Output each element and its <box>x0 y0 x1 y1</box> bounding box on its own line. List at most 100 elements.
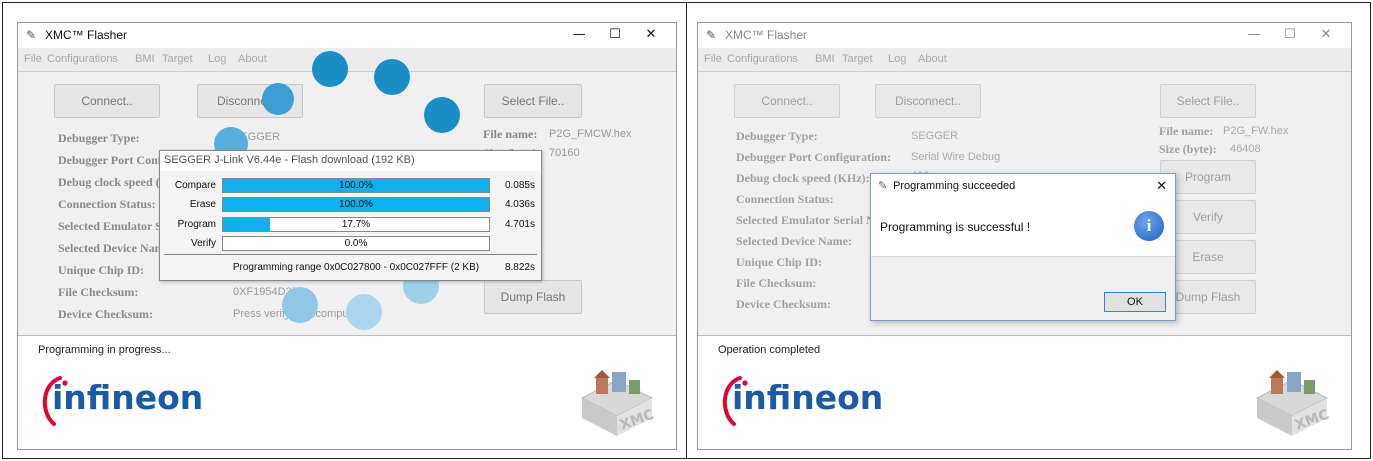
progress-time: 4.036s <box>504 199 535 210</box>
xmc-logo-icon: XMC <box>580 370 656 436</box>
maximize-icon[interactable]: ☐ <box>602 25 628 45</box>
debugger-type-label: Debugger Type: <box>58 131 140 145</box>
selected-emulator-label: Selected Emulator Se <box>58 219 168 233</box>
file-checksum-label: File Checksum: <box>736 276 817 290</box>
panel-divider <box>686 2 687 459</box>
right-title-bar: ✎ XMC™ Flasher — ☐ ✕ <box>698 23 1351 48</box>
minimize-icon[interactable]: — <box>566 25 592 45</box>
menu-about[interactable]: About <box>918 53 947 65</box>
spinner-dot <box>346 294 382 330</box>
dialog-title-bar: ✎ Programming succeeded ✕ <box>871 174 1175 198</box>
progress-row-verify: Verify 0.0% <box>160 236 541 252</box>
close-icon[interactable]: ✕ <box>1156 178 1167 194</box>
progress-name: Compare <box>174 180 216 191</box>
connect-button[interactable]: Connect.. <box>54 84 160 118</box>
device-checksum-label: Device Checksum: <box>736 297 831 311</box>
left-title-bar: ✎ XMC™ Flasher — ☐ ✕ <box>18 23 676 48</box>
progress-row-compare: Compare 100.0% 0.085s <box>160 178 541 194</box>
file-name-value: P2G_FW.hex <box>1223 125 1289 137</box>
debug-clock-label: Debug clock speed (KHz): <box>736 171 870 185</box>
disconnect-button[interactable]: Disconnect.. <box>875 84 981 118</box>
file-size-label: Size (byte): <box>1159 142 1217 156</box>
spinner-dot <box>312 51 348 87</box>
debugger-port-label: Debugger Port Confi <box>58 153 166 167</box>
dialog-title: Programming succeeded <box>893 180 1016 192</box>
connect-button[interactable]: Connect.. <box>734 84 840 118</box>
progress-row-program: Program 17.7% 4.701s <box>160 217 541 233</box>
debugger-type-label: Debugger Type: <box>736 129 818 143</box>
progress-name: Verify <box>190 238 216 249</box>
debugger-type-value: SEGGER <box>911 130 959 142</box>
menu-bmi[interactable]: BMI <box>135 53 155 65</box>
jlink-separator <box>164 254 537 255</box>
progress-name: Program <box>177 219 216 230</box>
progress-percent: 100.0% <box>339 180 373 191</box>
file-checksum-label: File Checksum: <box>58 285 139 299</box>
spinner-dot <box>262 83 294 115</box>
minimize-icon[interactable]: — <box>1241 25 1267 45</box>
right-menu-bar: File Configurations BMI Target Log About <box>698 48 1351 72</box>
status-message: Operation completed <box>718 344 821 356</box>
menu-configurations[interactable]: Configurations <box>47 53 118 65</box>
debugger-port-value: Serial Wire Debug <box>911 151 1001 163</box>
left-status-panel: Programming in progress... infineon XMC <box>18 335 676 449</box>
menu-target[interactable]: Target <box>842 53 873 65</box>
progress-time: 0.085s <box>504 180 535 191</box>
programming-range-text: Programming range 0x0C027800 - 0x0C027FF… <box>232 262 480 273</box>
infineon-wordmark: infineon <box>732 378 884 417</box>
infineon-logo: infineon <box>38 372 203 428</box>
ok-button[interactable]: OK <box>1104 292 1166 312</box>
dialog-message: Programming is successful ! <box>880 220 1031 234</box>
menu-target[interactable]: Target <box>162 53 193 65</box>
close-icon[interactable]: ✕ <box>638 25 664 45</box>
total-time: 8.822s <box>504 262 535 273</box>
file-size-value: 70160 <box>549 147 580 159</box>
connection-status-label: Connection Status: <box>736 192 834 206</box>
jlink-flash-download-dialog: SEGGER J-Link V6.44e - Flash download (1… <box>159 150 542 281</box>
select-file-button[interactable]: Select File.. <box>1160 84 1256 118</box>
select-file-button[interactable]: Select File.. <box>484 84 582 118</box>
window-title: XMC™ Flasher <box>45 28 128 42</box>
menu-about[interactable]: About <box>238 53 267 65</box>
programming-succeeded-dialog: ✎ Programming succeeded ✕ Programming is… <box>870 173 1176 321</box>
app-icon: ✎ <box>878 180 888 192</box>
debugger-port-label: Debugger Port Configuration: <box>736 150 892 164</box>
menu-log[interactable]: Log <box>208 53 226 65</box>
unique-chip-id-label: Unique Chip ID: <box>736 255 823 269</box>
spinner-dot <box>424 97 460 133</box>
progress-time: 4.701s <box>504 219 535 230</box>
infineon-wordmark: infineon <box>52 378 204 417</box>
dialog-footer: OK <box>871 256 1175 320</box>
info-icon: i <box>1134 211 1164 241</box>
menu-log[interactable]: Log <box>888 53 906 65</box>
debug-clock-label: Debug clock speed (K <box>58 175 169 189</box>
file-name-label: File name: <box>1159 124 1214 138</box>
app-icon: ✎ <box>26 28 37 42</box>
file-size-value: 46408 <box>1230 143 1261 155</box>
connection-status-label: Connection Status: <box>58 197 156 211</box>
file-name-label: File name: <box>483 127 538 141</box>
progress-name: Erase <box>189 199 216 210</box>
xmc-logo-icon: XMC <box>1255 370 1331 436</box>
progress-percent: 100.0% <box>339 199 373 210</box>
close-icon[interactable]: ✕ <box>1313 25 1339 45</box>
spinner-dot <box>282 287 318 323</box>
app-icon: ✎ <box>706 28 717 42</box>
jlink-dialog-title: SEGGER J-Link V6.44e - Flash download (1… <box>160 151 541 171</box>
selected-emulator-label: Selected Emulator Serial Nu <box>736 213 882 227</box>
file-name-value: P2G_FMCW.hex <box>549 128 632 140</box>
dump-flash-button[interactable]: Dump Flash <box>484 280 582 314</box>
right-status-panel: Operation completed infineon XMC <box>698 335 1351 449</box>
progress-row-erase: Erase 100.0% 4.036s <box>160 197 541 213</box>
menu-file[interactable]: File <box>24 53 42 65</box>
device-checksum-label: Device Checksum: <box>58 307 153 321</box>
selected-device-label: Selected Device Name: <box>736 234 852 248</box>
menu-configurations[interactable]: Configurations <box>727 53 798 65</box>
menu-bmi[interactable]: BMI <box>815 53 835 65</box>
unique-chip-id-label: Unique Chip ID: <box>58 263 145 277</box>
status-message: Programming in progress... <box>38 344 171 356</box>
menu-file[interactable]: File <box>704 53 722 65</box>
infineon-logo: infineon <box>718 372 883 428</box>
progress-percent: 0.0% <box>344 238 368 249</box>
maximize-icon[interactable]: ☐ <box>1277 25 1303 45</box>
